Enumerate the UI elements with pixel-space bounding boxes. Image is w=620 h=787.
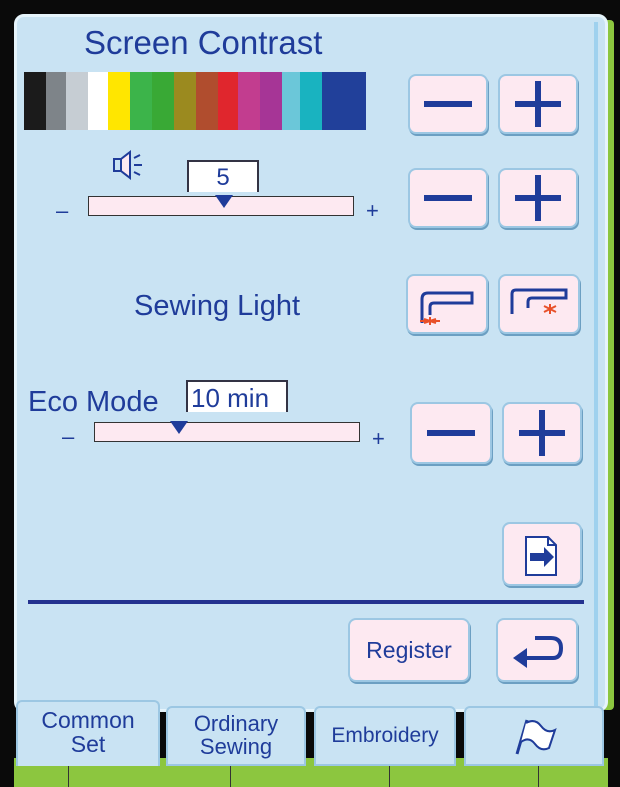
tab-label-line1: Common (41, 707, 135, 733)
flag-icon (515, 719, 557, 755)
eco-plus-sign: + (372, 426, 385, 451)
volume-minus-button[interactable] (408, 168, 488, 228)
tab-label-line2: Set (70, 731, 106, 757)
tab-label: Embroidery (331, 724, 439, 747)
contrast-swatch (66, 72, 88, 130)
contrast-swatch (130, 72, 152, 130)
eco-mode-slider-thumb[interactable] (170, 421, 188, 434)
sewing-light-off-button[interactable] (498, 274, 580, 334)
sewing-light-on-icon (420, 291, 474, 325)
contrast-swatch (24, 72, 46, 130)
plus-icon (515, 175, 561, 221)
tab-flag[interactable] (464, 706, 604, 766)
plus-icon (515, 81, 561, 127)
contrast-swatch (322, 72, 344, 130)
tab-label-line2: Sewing (199, 734, 273, 759)
plus-icon (519, 410, 565, 456)
minus-icon (427, 430, 475, 436)
tab-ordinary-sewing[interactable]: Ordinary Sewing (166, 706, 306, 766)
contrast-swatch (344, 72, 366, 130)
volume-plus-button[interactable] (498, 168, 578, 228)
eco-minus-sign: – (62, 424, 75, 449)
eco-plus-button[interactable] (502, 402, 582, 464)
settings-screen: Screen Contrast 5 – + Sewing Light Eco M… (0, 0, 620, 787)
volume-plus-sign: + (366, 198, 379, 223)
contrast-swatch (152, 72, 174, 130)
eco-mode-value: 10 min (186, 380, 288, 413)
panel-edge (594, 22, 598, 706)
contrast-swatch (282, 72, 300, 130)
eco-mode-slider[interactable] (94, 421, 360, 442)
tab-embroidery[interactable]: Embroidery (314, 706, 456, 766)
sewing-light-on-button[interactable] (406, 274, 488, 334)
minus-icon (424, 101, 472, 107)
page-title: Screen Contrast (84, 24, 323, 61)
volume-value: 5 (187, 160, 259, 192)
sewing-light-off-icon (510, 288, 568, 314)
contrast-swatch (46, 72, 66, 130)
next-page-button[interactable] (502, 522, 582, 586)
contrast-minus-button[interactable] (408, 74, 488, 134)
contrast-swatch (108, 72, 130, 130)
contrast-swatch (218, 72, 238, 130)
eco-minus-button[interactable] (410, 402, 492, 464)
tab-tick (538, 765, 539, 787)
tab-tick (230, 765, 231, 787)
tab-tick (389, 765, 390, 787)
contrast-color-bar (24, 72, 366, 130)
return-arrow-icon (513, 636, 564, 668)
eco-mode-label: Eco Mode (28, 386, 159, 418)
contrast-swatch (260, 72, 282, 130)
volume-minus-sign: – (56, 198, 69, 223)
contrast-swatch (300, 72, 322, 130)
contrast-swatch (196, 72, 218, 130)
contrast-plus-button[interactable] (498, 74, 578, 134)
volume-slider[interactable] (88, 195, 354, 216)
tab-tick (68, 765, 69, 787)
minus-icon (424, 195, 472, 201)
contrast-swatch (88, 72, 108, 130)
sewing-light-label: Sewing Light (134, 290, 301, 322)
volume-slider-thumb[interactable] (215, 195, 233, 208)
contrast-swatch (174, 72, 196, 130)
next-page-icon (525, 536, 557, 576)
contrast-swatch (238, 72, 260, 130)
tab-common-set[interactable]: Common Set (16, 700, 160, 766)
return-button[interactable] (496, 618, 578, 682)
speaker-icon (113, 150, 142, 180)
register-button[interactable]: Register (348, 618, 470, 682)
tab-label-line1: Ordinary (193, 711, 279, 736)
divider (28, 600, 584, 604)
